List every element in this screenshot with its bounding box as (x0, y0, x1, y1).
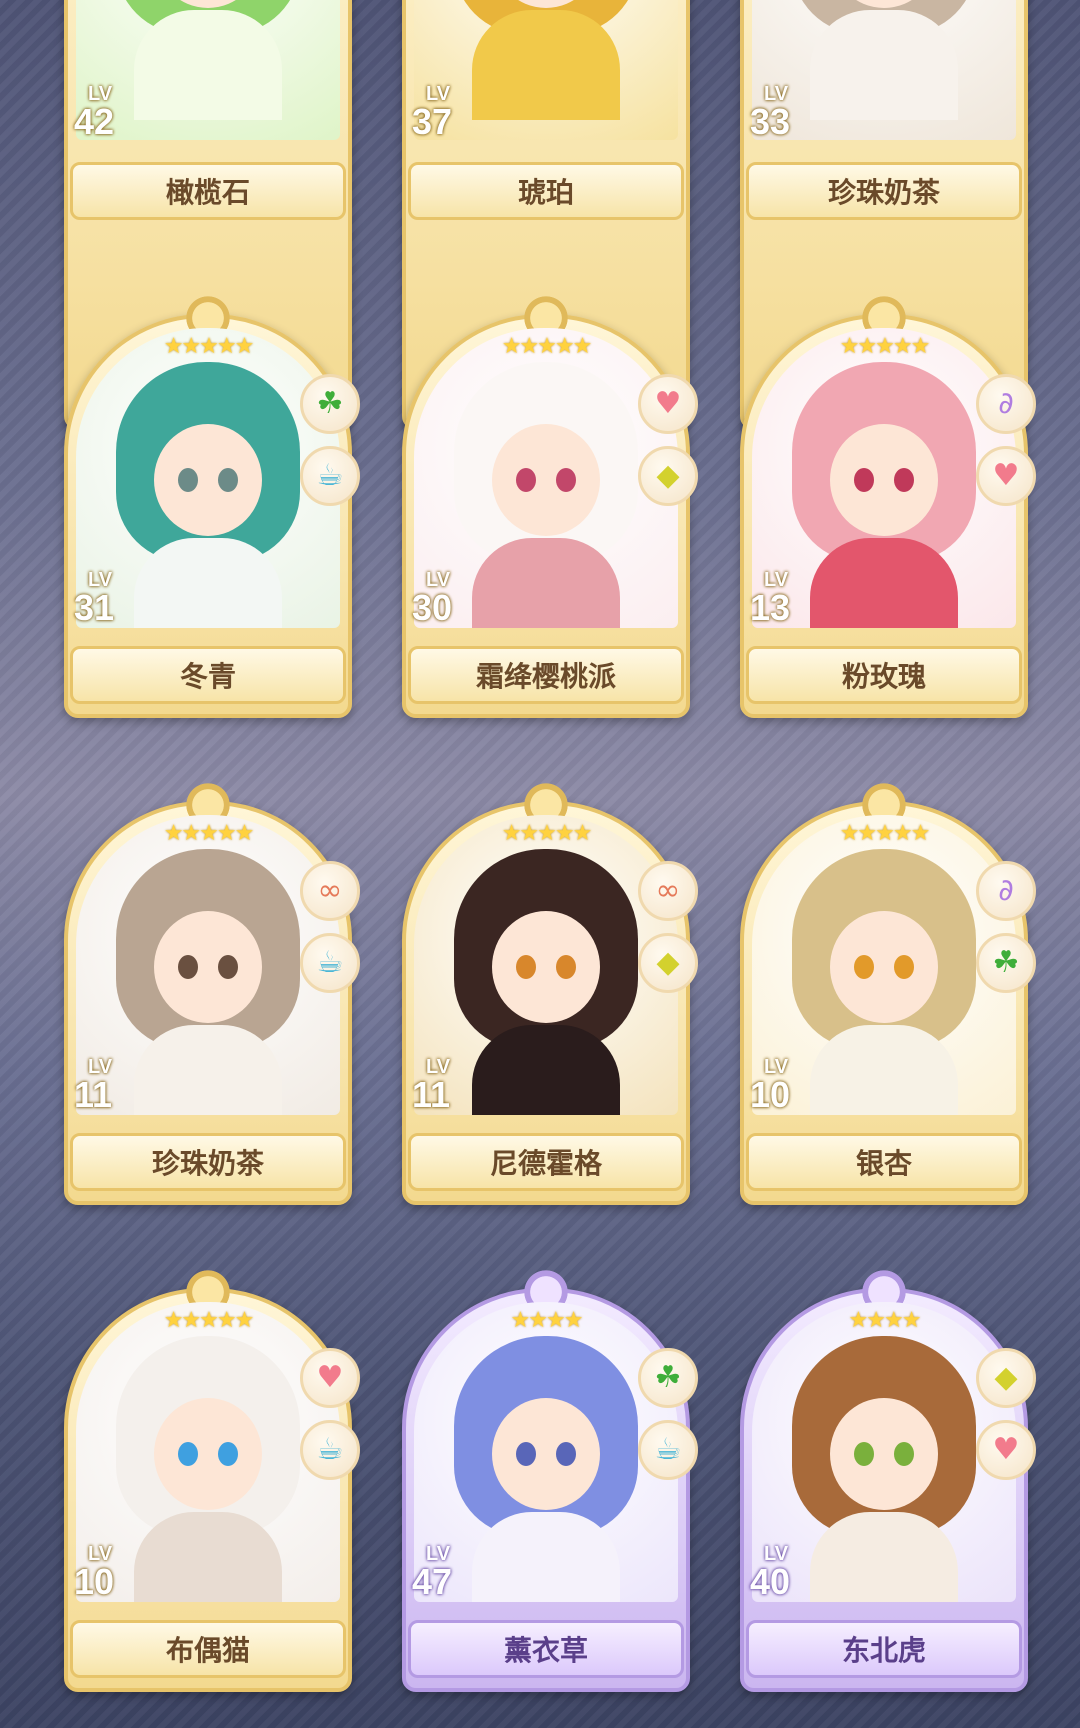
teacup-icon[interactable]: ☕ (300, 1420, 360, 1480)
character-portrait (414, 0, 678, 140)
level-number: 11 (74, 1074, 113, 1115)
star-rating: ★★★★ (848, 1308, 922, 1333)
heart-icon[interactable]: ♥ (976, 446, 1036, 506)
level-badge: LV 13 (750, 570, 790, 626)
character-card[interactable]: ★★★★★ ♥ ☕ LV 10 布偶猫 (64, 1262, 360, 1692)
character-name: 橄榄石 (70, 162, 346, 220)
character-card[interactable]: ★★★★★ ♥ ◆ LV 30 霜绛樱桃派 (402, 288, 698, 718)
teacup-icon[interactable]: ☕ (638, 1420, 698, 1480)
clover-icon[interactable]: ☘ (976, 933, 1036, 993)
level-badge: LV 31 (74, 570, 114, 626)
teacup-icon[interactable]: ☕ (300, 933, 360, 993)
star-rating: ★★★★★ (163, 334, 255, 359)
character-card[interactable]: ★★★★ ☘ ☕ LV 47 薰衣草 (402, 1262, 698, 1692)
swan-icon[interactable]: ∂ (976, 861, 1036, 921)
character-name: 尼德霍格 (408, 1133, 684, 1191)
level-number: 33 (750, 101, 791, 142)
character-name: 薰衣草 (408, 1620, 684, 1678)
heart-icon[interactable]: ♥ (976, 1420, 1036, 1480)
character-name: 霜绛樱桃派 (408, 646, 684, 704)
level-badge: LV 11 (74, 1057, 112, 1113)
level-badge: LV 33 (750, 84, 790, 140)
character-card[interactable]: ★★★★★ ∞ ◆ LV 11 尼德霍格 (402, 775, 698, 1205)
level-number: 47 (412, 1561, 453, 1602)
level-badge: LV 30 (412, 570, 452, 626)
character-name: 银杏 (746, 1133, 1022, 1191)
level-badge: LV 10 (750, 1057, 790, 1113)
character-card[interactable]: ★★★★★ ∞ ☕ LV 11 珍珠奶茶 (64, 775, 360, 1205)
star-rating: ★★★★★ (501, 334, 593, 359)
level-number: 13 (750, 587, 791, 628)
level-number: 31 (74, 587, 115, 628)
character-card[interactable]: ★★★★★ ∂ ☘ LV 10 银杏 (740, 775, 1036, 1205)
level-number: 11 (412, 1074, 451, 1115)
character-card[interactable]: ★★★★ ◆ ♥ LV 40 东北虎 (740, 1262, 1036, 1692)
character-name: 东北虎 (746, 1620, 1022, 1678)
character-name: 布偶猫 (70, 1620, 346, 1678)
character-name: 珍珠奶茶 (70, 1133, 346, 1191)
star-rating: ★★★★★ (501, 821, 593, 846)
character-portrait (752, 0, 1016, 140)
level-badge: LV 40 (750, 1544, 790, 1600)
teacup-icon[interactable]: ☕ (300, 446, 360, 506)
star-rating: ★★★★ (510, 1308, 584, 1333)
star-rating: ★★★★★ (163, 1308, 255, 1333)
level-number: 10 (750, 1074, 791, 1115)
character-name: 冬青 (70, 646, 346, 704)
character-name: 琥珀 (408, 162, 684, 220)
level-number: 30 (412, 587, 453, 628)
character-card[interactable]: ★★★★★ ∂ ♥ LV 13 粉玫瑰 (740, 288, 1036, 718)
level-number: 37 (412, 101, 453, 142)
clover-icon[interactable]: ☘ (300, 374, 360, 434)
level-number: 40 (750, 1561, 791, 1602)
swan-icon[interactable]: ∂ (976, 374, 1036, 434)
glasses-icon[interactable]: ∞ (300, 861, 360, 921)
character-portrait (76, 0, 340, 140)
level-badge: LV 11 (412, 1057, 450, 1113)
heart-icon[interactable]: ♥ (638, 374, 698, 434)
gem-icon[interactable]: ◆ (638, 446, 698, 506)
clover-icon[interactable]: ☘ (638, 1348, 698, 1408)
level-badge: LV 37 (412, 84, 452, 140)
character-grid: LV 42 橄榄石 LV 37 琥珀 LV 33 珍珠奶茶 ★★★★★ ☘ ☕ LV 31 冬青 ★★★★★ ♥… (0, 0, 1080, 1728)
character-name: 粉玫瑰 (746, 646, 1022, 704)
star-rating: ★★★★★ (839, 334, 931, 359)
gem-icon[interactable]: ◆ (638, 933, 698, 993)
character-card[interactable]: ★★★★★ ☘ ☕ LV 31 冬青 (64, 288, 360, 718)
glasses-icon[interactable]: ∞ (638, 861, 698, 921)
level-badge: LV 47 (412, 1544, 452, 1600)
star-rating: ★★★★★ (839, 821, 931, 846)
level-badge: LV 42 (74, 84, 114, 140)
heart-icon[interactable]: ♥ (300, 1348, 360, 1408)
level-badge: LV 10 (74, 1544, 114, 1600)
star-rating: ★★★★★ (163, 821, 255, 846)
level-number: 10 (74, 1561, 115, 1602)
gem-icon[interactable]: ◆ (976, 1348, 1036, 1408)
level-number: 42 (74, 101, 115, 142)
character-name: 珍珠奶茶 (746, 162, 1022, 220)
